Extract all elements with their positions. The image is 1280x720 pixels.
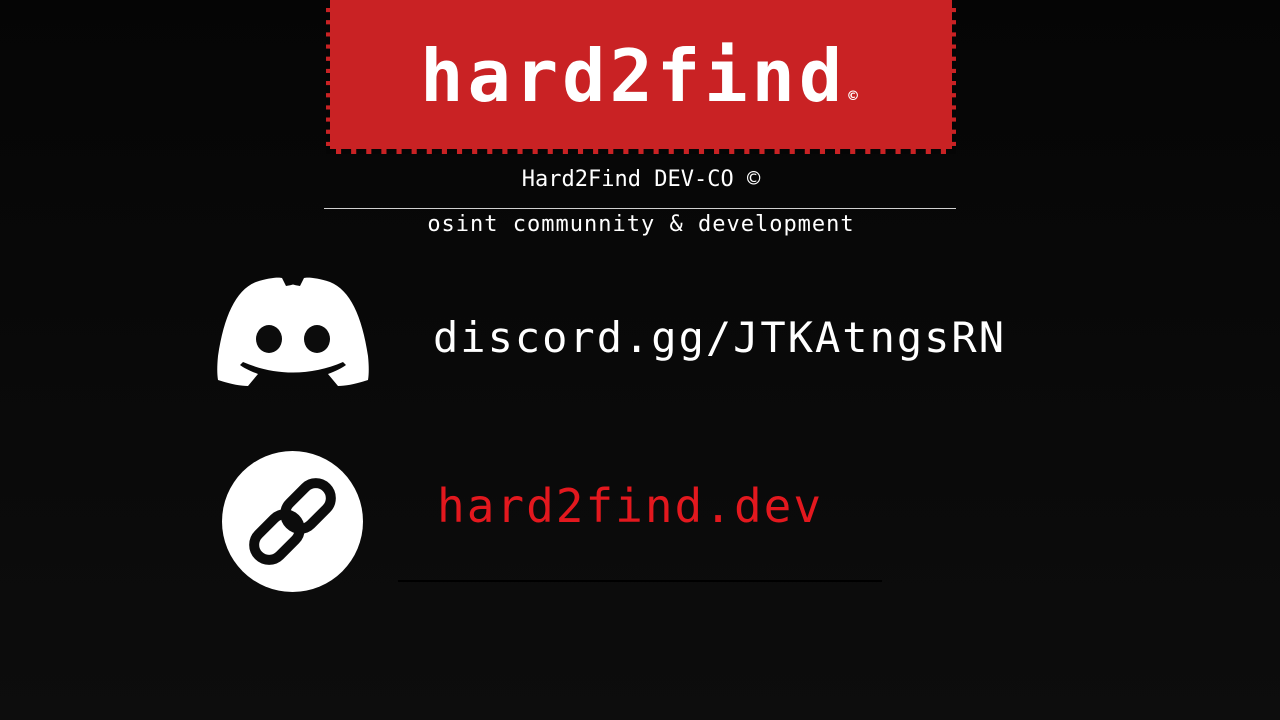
logo-banner: hard2find © [326,0,956,154]
website-link[interactable]: hard2find.dev [437,478,823,534]
tagline: osint communnity & development [427,212,855,237]
logo-copyright-mark: © [848,86,862,105]
logo-text: hard2find [420,34,847,118]
divider [324,208,956,209]
discord-invite-link[interactable]: discord.gg/JTKAtngsRN [433,312,1006,364]
company-name: Hard2Find DEV-CO © [521,167,761,192]
logo: hard2find © [330,36,952,136]
link-icon[interactable] [222,451,363,592]
link-underline [398,580,882,582]
discord-icon[interactable] [216,276,370,388]
